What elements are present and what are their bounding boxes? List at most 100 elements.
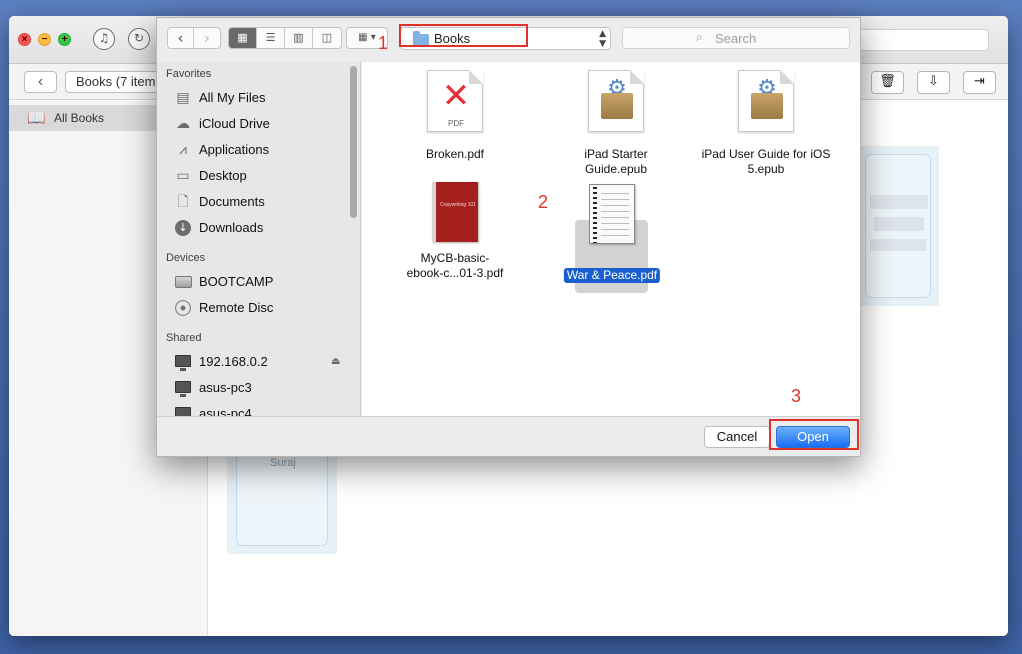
sidebar-item-applications[interactable]: ⩘ Applications bbox=[173, 138, 353, 162]
sidebar-item-label: BOOTCAMP bbox=[199, 274, 274, 289]
dialog-search: ⌕ bbox=[622, 27, 850, 49]
list-view-button[interactable]: ☰ bbox=[257, 28, 285, 48]
file-name: iPad Starter Guide.epub bbox=[584, 147, 648, 176]
list-icon: ☰ bbox=[265, 31, 276, 44]
applications-icon: ⩘ bbox=[179, 142, 187, 158]
music-icon[interactable]: ♫ bbox=[93, 28, 115, 50]
spiral-binding bbox=[593, 187, 597, 243]
back-nav-button[interactable]: ‹ bbox=[168, 28, 194, 48]
sidebar-item-label: Downloads bbox=[199, 220, 264, 235]
sidebar-item-label: Desktop bbox=[199, 168, 247, 183]
cover-title: Copywriting 101 bbox=[440, 202, 476, 208]
open-file-dialog: ‹ › ▦ ☰ ▥ ◫ ▦ ▾ Books ▲▼ ⌕ Favorites ▤ A… bbox=[156, 17, 861, 457]
epub-icon: ⚙ bbox=[738, 70, 794, 132]
minimize-icon[interactable]: − bbox=[38, 33, 51, 46]
search-input[interactable] bbox=[715, 29, 835, 47]
blurred-content bbox=[874, 217, 924, 231]
import-button[interactable]: ⇩ bbox=[917, 71, 950, 94]
file-item[interactable]: Copywriting 101 MyCB-basic-ebook-c...01-… bbox=[390, 182, 520, 282]
history-navigation: ‹ › bbox=[167, 27, 221, 49]
package-icon bbox=[751, 93, 783, 119]
back-button[interactable]: ‹ bbox=[24, 71, 57, 93]
blurred-content bbox=[870, 239, 926, 251]
downloads-icon: ↓ bbox=[173, 220, 193, 236]
close-icon[interactable]: × bbox=[18, 33, 31, 46]
chevron-left-icon: ‹ bbox=[177, 29, 184, 47]
delete-button[interactable]: 🗑 bbox=[871, 71, 904, 94]
book-icon: 📖 bbox=[27, 109, 46, 127]
documents-icon: 🗋 bbox=[177, 194, 189, 210]
device-name: Suraj bbox=[270, 457, 296, 469]
sidebar-item-asus-pc4[interactable]: asus-pc4 bbox=[173, 402, 353, 416]
sidebar-item-label: Applications bbox=[199, 142, 270, 157]
coverflow-view-button[interactable]: ◫ bbox=[313, 28, 341, 48]
x-mark-icon: ✕ bbox=[441, 76, 471, 116]
sidebar-item-label: 192.168.0.2 bbox=[199, 354, 268, 369]
file-item[interactable]: ⚙ iPad Starter Guide.epub bbox=[551, 70, 681, 176]
drive-icon bbox=[173, 274, 193, 290]
page-fold bbox=[780, 70, 794, 84]
icon-view-button[interactable]: ▦ bbox=[229, 28, 257, 48]
import-icon: ⇩ bbox=[928, 74, 939, 89]
sidebar-item-all-my-files[interactable]: ▤ All My Files bbox=[173, 86, 353, 110]
device-card-frame bbox=[865, 154, 931, 298]
section-header-devices: Devices bbox=[166, 252, 206, 264]
file-item[interactable]: ⚙ iPad User Guide for iOS 5.epub bbox=[701, 70, 831, 176]
zoom-icon[interactable]: + bbox=[58, 33, 71, 46]
dialog-button-bar: Cancel Open bbox=[157, 416, 860, 456]
blurred-content bbox=[870, 195, 928, 209]
export-icon: ⇥ bbox=[974, 74, 985, 89]
pdf-broken-icon: ✕ PDF bbox=[427, 70, 483, 132]
cancel-button[interactable]: Cancel bbox=[704, 426, 770, 448]
page-fold bbox=[630, 70, 644, 84]
sidebar-item-bootcamp[interactable]: BOOTCAMP bbox=[173, 270, 353, 294]
sidebar-item-downloads[interactable]: ↓ Downloads bbox=[173, 216, 353, 240]
sidebar-item-label: Remote Disc bbox=[199, 300, 274, 315]
annotation-step-1: 1 bbox=[378, 33, 389, 53]
file-name: iPad User Guide for iOS 5.epub bbox=[701, 147, 831, 176]
file-item[interactable]: ✕ PDF Broken.pdf bbox=[390, 70, 520, 161]
books-count-button[interactable]: Books (7 items) bbox=[65, 71, 165, 93]
desktop-icon: ▭ bbox=[176, 168, 190, 184]
columns-icon: ▥ bbox=[293, 31, 304, 44]
back-icon: ‹ bbox=[37, 73, 44, 90]
sidebar-scrollbar[interactable] bbox=[350, 66, 357, 218]
export-button[interactable]: ⇥ bbox=[963, 71, 996, 94]
annotation-step-3: 3 bbox=[791, 386, 802, 406]
eject-icon[interactable]: ⏏ bbox=[331, 350, 340, 374]
computer-icon bbox=[173, 354, 193, 371]
sidebar-item-documents[interactable]: 🗋 Documents bbox=[173, 190, 353, 214]
file-name: Broken.pdf bbox=[425, 147, 485, 161]
computer-icon bbox=[173, 380, 193, 397]
annotation-step-2: 2 bbox=[538, 192, 549, 212]
section-header-favorites: Favorites bbox=[166, 68, 212, 80]
dialog-sidebar: Favorites ▤ All My Files ☁ iCloud Drive … bbox=[157, 62, 361, 416]
sidebar-item-label: All My Files bbox=[199, 90, 266, 105]
file-item-selected[interactable]: War & Peace.pdf bbox=[547, 182, 677, 283]
file-name: War & Peace.pdf bbox=[563, 268, 661, 283]
column-view-button[interactable]: ▥ bbox=[285, 28, 313, 48]
sidebar-item-icloud-drive[interactable]: ☁ iCloud Drive bbox=[173, 112, 353, 136]
coverflow-icon: ◫ bbox=[321, 31, 333, 44]
sidebar-item-label: iCloud Drive bbox=[199, 116, 270, 131]
sidebar-item-desktop[interactable]: ▭ Desktop bbox=[173, 164, 353, 188]
forward-nav-button[interactable]: › bbox=[194, 28, 220, 48]
app-search-field[interactable] bbox=[855, 29, 989, 51]
sidebar-item-label: Documents bbox=[199, 194, 265, 209]
search-icon: ⌕ bbox=[696, 30, 703, 44]
disc-icon bbox=[173, 300, 193, 316]
sidebar-item-asus-pc3[interactable]: asus-pc3 bbox=[173, 376, 353, 400]
file-name: MyCB-basic-ebook-c...01-3.pdf bbox=[406, 251, 504, 280]
sidebar-item-192-168-0-2[interactable]: 192.168.0.2 ⏏ bbox=[173, 350, 353, 374]
view-mode-switcher: ▦ ☰ ▥ ◫ bbox=[228, 27, 342, 49]
refresh-icon[interactable]: ↻ bbox=[128, 28, 150, 50]
epub-icon: ⚙ bbox=[588, 70, 644, 132]
annotation-box-folder bbox=[399, 24, 528, 47]
chevron-updown-icon: ▲ ▼ bbox=[599, 29, 606, 49]
sidebar-item-label: asus-pc4 bbox=[199, 406, 252, 416]
grid-icon: ▦ bbox=[237, 31, 248, 44]
book-cover-icon: Copywriting 101 bbox=[432, 182, 478, 242]
file-browser: ✕ PDF Broken.pdf ⚙ iPad Starter Guide.ep… bbox=[362, 62, 860, 416]
device-card-secondary[interactable] bbox=[859, 146, 939, 306]
sidebar-item-remote-disc[interactable]: Remote Disc bbox=[173, 296, 353, 320]
